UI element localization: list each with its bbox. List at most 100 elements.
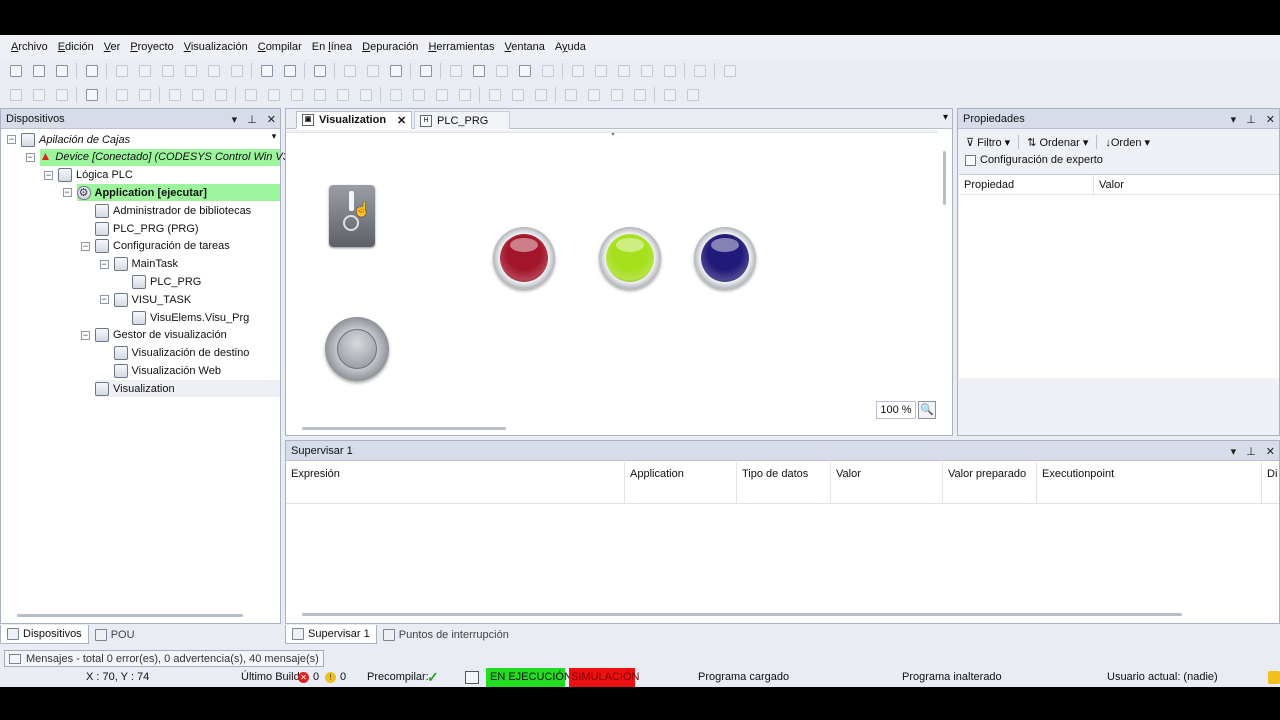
align-right-icon[interactable] (212, 86, 230, 104)
collapse-icon[interactable]: − (99, 259, 109, 269)
step-into-icon[interactable] (569, 62, 587, 80)
pin-icon[interactable]: ⊥ (247, 113, 257, 126)
close-icon[interactable]: ✕ (1266, 113, 1275, 126)
tab-breakpoints[interactable]: Puntos de interrupción (377, 625, 515, 644)
tree-horizontal-scrollbar[interactable] (17, 614, 243, 617)
stop-icon[interactable] (516, 62, 534, 80)
push-button[interactable] (325, 317, 389, 381)
menu-compilar[interactable]: Compilar (253, 35, 307, 59)
collapse-icon[interactable]: − (99, 295, 109, 305)
reset-icon[interactable] (539, 62, 557, 80)
toggle-switch[interactable]: ☝ (329, 185, 375, 247)
compile-icon[interactable] (341, 62, 359, 80)
collapse-icon[interactable]: − (62, 188, 72, 198)
distribute-h-icon[interactable] (311, 86, 329, 104)
warning-icon[interactable]: ! (325, 672, 336, 683)
menu-visualizaci-n[interactable]: Visualización (179, 35, 253, 59)
settings-1-icon[interactable] (661, 86, 679, 104)
same-width-icon[interactable] (357, 86, 375, 104)
close-icon[interactable]: ✕ (267, 113, 276, 126)
menu-archivo[interactable]: Archivo (6, 35, 53, 59)
group-icon[interactable] (113, 86, 131, 104)
tree-item[interactable]: − ▲ Device [Conectado] (CODESYS Control Wi… (25, 148, 289, 166)
paste-icon[interactable] (205, 62, 223, 80)
lock-icon[interactable] (465, 671, 479, 684)
logout-icon[interactable] (470, 62, 488, 80)
col-executionpoint[interactable]: Executionpoint (1037, 462, 1262, 504)
panel-menu-icon[interactable]: ▾ (1231, 445, 1237, 458)
col-propiedad[interactable]: Propiedad (964, 179, 1014, 191)
undo-icon[interactable] (113, 62, 131, 80)
blue-lamp[interactable] (694, 227, 756, 289)
space-h-icon[interactable] (433, 86, 451, 104)
collapse-icon[interactable]: − (7, 135, 16, 144)
panel-menu-icon[interactable]: ▾ (232, 113, 238, 126)
panel-menu-icon[interactable]: ▾ (1231, 113, 1237, 126)
col-expresion[interactable]: Expresión (286, 462, 625, 504)
forward-icon[interactable] (608, 86, 626, 104)
run-to-icon[interactable] (638, 62, 656, 80)
align-middle-icon[interactable] (265, 86, 283, 104)
zoom-level[interactable]: 100 % (876, 401, 916, 419)
zoom-magnifier-icon[interactable]: 🔍 (918, 401, 936, 419)
space-v-icon[interactable] (456, 86, 474, 104)
step-out-icon[interactable] (615, 62, 633, 80)
tree-item[interactable]: Administrador de bibliotecas (81, 202, 251, 219)
front-icon[interactable] (562, 86, 580, 104)
tree-item[interactable]: − VISU_TASK (99, 291, 191, 308)
menu-ayuda[interactable]: Ayuda (550, 35, 591, 59)
expert-config-checkbox[interactable] (965, 154, 976, 166)
align-2-icon[interactable] (30, 86, 48, 104)
tab-plc-prg[interactable]: H PLC_PRG (414, 111, 510, 129)
collapse-icon[interactable]: − (44, 170, 53, 180)
settings-2-icon[interactable] (684, 86, 702, 104)
menu-herramientas[interactable]: Herramientas (423, 35, 499, 59)
tree-item[interactable]: VisuElems.Visu_Prg (118, 309, 249, 326)
red-lamp[interactable] (493, 227, 555, 289)
distribute-v-icon[interactable] (334, 86, 352, 104)
align-3-icon[interactable] (53, 86, 71, 104)
tree-item[interactable]: − Configuración de tareas (81, 238, 230, 255)
close-tab-icon[interactable]: ✕ (397, 114, 406, 127)
align-top-icon[interactable] (242, 86, 260, 104)
replace-icon[interactable] (281, 62, 299, 80)
messages-button[interactable]: Mensajes - total 0 error(es), 0 adverten… (4, 650, 324, 667)
col-valor[interactable]: Valor (1099, 179, 1124, 191)
find-icon[interactable] (258, 62, 276, 80)
green-lamp[interactable] (599, 227, 661, 289)
menu-depuraci-n[interactable]: Depuración (357, 35, 423, 59)
back-icon[interactable] (585, 86, 603, 104)
order-button[interactable]: ↓Orden ▾ (1105, 136, 1150, 149)
frame-icon[interactable] (83, 86, 101, 104)
backward-icon[interactable] (631, 86, 649, 104)
col-valor[interactable]: Valor (831, 462, 943, 504)
error-icon[interactable]: ✕ (298, 672, 309, 683)
same-height-icon[interactable] (387, 86, 405, 104)
menu-edici-n[interactable]: Edición (53, 35, 99, 59)
size-1-icon[interactable] (486, 86, 504, 104)
login-icon[interactable] (447, 62, 465, 80)
align-bottom-icon[interactable] (288, 86, 306, 104)
menu-proyecto[interactable]: Proyecto (125, 35, 178, 59)
align-left-icon[interactable] (166, 86, 184, 104)
col-direccion[interactable]: Di (1262, 462, 1279, 504)
tree-item[interactable]: − ⚙ Application [ejecutar] (62, 184, 280, 202)
watch-horizontal-scrollbar[interactable] (302, 613, 1182, 616)
col-application[interactable]: Application (625, 462, 737, 504)
cut-icon[interactable] (159, 62, 177, 80)
new-file-icon[interactable] (7, 62, 25, 80)
size-2-icon[interactable] (509, 86, 527, 104)
align-center-icon[interactable] (189, 86, 207, 104)
step-over-icon[interactable] (592, 62, 610, 80)
canvas-horizontal-scrollbar[interactable] (302, 427, 506, 430)
breakpoint-icon[interactable] (661, 62, 679, 80)
tree-item[interactable]: − Apilación de Cajas (7, 131, 130, 148)
canvas-vertical-scrollbar[interactable] (943, 151, 946, 205)
tab-pou[interactable]: POU (89, 625, 141, 644)
add-object-icon[interactable] (387, 62, 405, 80)
col-tipo-datos[interactable]: Tipo de datos (737, 462, 831, 504)
menu-ventana[interactable]: Ventana (499, 35, 549, 59)
tree-item[interactable]: − MainTask (99, 256, 178, 273)
start-icon[interactable] (493, 62, 511, 80)
tree-item[interactable]: PLC_PRG (PRG) (81, 220, 199, 237)
